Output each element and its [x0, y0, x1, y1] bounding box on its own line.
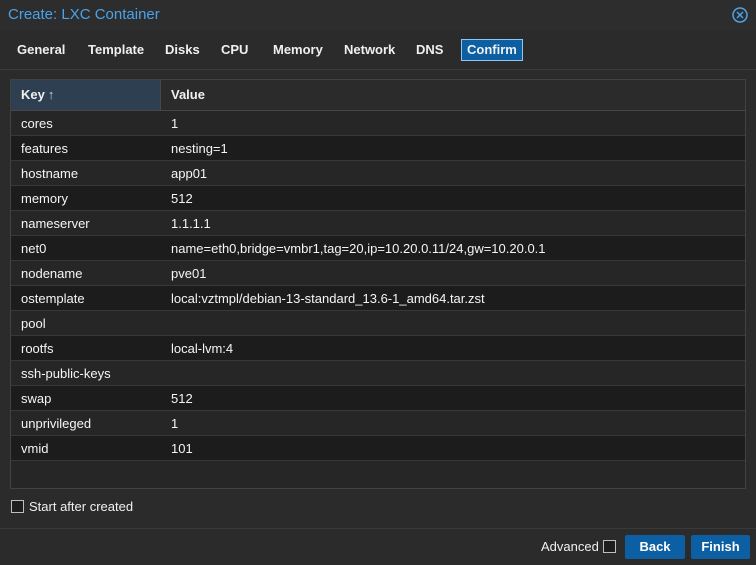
table-row[interactable]: features nesting=1 — [11, 136, 745, 161]
column-header-key[interactable]: Key ↑ — [11, 80, 161, 110]
row-key: pool — [21, 316, 46, 331]
row-key: cores — [21, 116, 53, 131]
tab-confirm[interactable]: Confirm — [461, 39, 523, 61]
row-value: local-lvm:4 — [171, 341, 234, 356]
row-value: local:vztmpl/debian-13-standard_13.6-1_a… — [171, 291, 485, 306]
row-value: 101 — [171, 441, 193, 456]
table-row[interactable]: cores 1 — [11, 111, 745, 136]
advanced-label: Advanced — [541, 539, 599, 554]
table-row[interactable]: unprivileged 1 — [11, 411, 745, 436]
tab-dns[interactable]: DNS — [411, 39, 448, 61]
table-row[interactable]: ostemplate local:vztmpl/debian-13-standar… — [11, 286, 745, 311]
grid-header: Key ↑ Value — [11, 80, 745, 111]
table-row[interactable]: hostname app01 — [11, 161, 745, 186]
sort-ascending-icon: ↑ — [47, 87, 55, 102]
table-row[interactable]: rootfs local-lvm:4 — [11, 336, 745, 361]
tab-network[interactable]: Network — [339, 39, 400, 61]
row-value: name=eth0,bridge=vmbr1,tag=20,ip=10.20.0… — [171, 241, 546, 256]
table-row[interactable]: swap 512 — [11, 386, 745, 411]
column-header-value[interactable]: Value — [161, 80, 745, 110]
row-value: 512 — [171, 191, 193, 206]
row-value: 1 — [171, 416, 179, 431]
confirm-grid: Key ↑ Value cores 1 features nesting=1 hostna… — [10, 79, 746, 489]
row-key: memory — [21, 191, 68, 206]
row-value: 512 — [171, 391, 193, 406]
tab-template[interactable]: Template — [83, 39, 149, 61]
table-row[interactable]: net0 name=eth0,bridge=vmbr1,tag=20,ip=10.… — [11, 236, 745, 261]
window-titlebar: Create: LXC Container — [0, 0, 756, 30]
table-row[interactable]: nameserver 1.1.1.1 — [11, 211, 745, 236]
finish-button[interactable]: Finish — [691, 535, 750, 559]
advanced-checkbox-box[interactable] — [602, 540, 616, 553]
row-key: swap — [21, 391, 52, 406]
wizard-tab-bar: General Template Disks CPU Memory Networ… — [0, 31, 756, 70]
row-value: 1.1.1.1 — [171, 216, 211, 231]
tab-memory[interactable]: Memory — [268, 39, 328, 61]
footer-divider — [0, 528, 756, 529]
row-key: vmid — [21, 441, 49, 456]
row-value: app01 — [171, 166, 208, 181]
start-after-created-label: Start after created — [29, 499, 134, 514]
row-key: features — [21, 141, 68, 156]
tab-cpu[interactable]: CPU — [216, 39, 253, 61]
checkbox-box[interactable] — [11, 500, 24, 513]
row-key: nodename — [21, 266, 83, 281]
table-row[interactable]: vmid 101 — [11, 436, 745, 461]
start-after-created-checkbox[interactable]: Start after created — [11, 499, 133, 515]
row-key: ssh-public-keys — [21, 366, 111, 381]
row-key: unprivileged — [21, 416, 92, 431]
row-value: 1 — [171, 116, 179, 131]
table-row[interactable]: pool — [11, 311, 745, 336]
close-icon[interactable] — [731, 6, 749, 24]
row-key: rootfs — [21, 341, 54, 356]
grid-rows: cores 1 features nesting=1 hostname app01 memo… — [11, 111, 745, 461]
table-row[interactable]: nodename pve01 — [11, 261, 745, 286]
tab-disks[interactable]: Disks — [160, 39, 205, 61]
table-row[interactable]: ssh-public-keys — [11, 361, 745, 386]
tab-general[interactable]: General — [12, 39, 70, 61]
window-title: Create: LXC Container — [8, 6, 160, 23]
advanced-checkbox[interactable]: Advanced — [541, 539, 616, 555]
row-value: pve01 — [171, 266, 207, 281]
column-header-key-label: Key — [21, 87, 45, 102]
row-key: net0 — [21, 241, 47, 256]
table-row[interactable]: memory 512 — [11, 186, 745, 211]
back-button[interactable]: Back — [625, 535, 685, 559]
row-value: nesting=1 — [171, 141, 228, 156]
row-key: nameserver — [21, 216, 90, 231]
row-key: hostname — [21, 166, 79, 181]
row-key: ostemplate — [21, 291, 85, 306]
